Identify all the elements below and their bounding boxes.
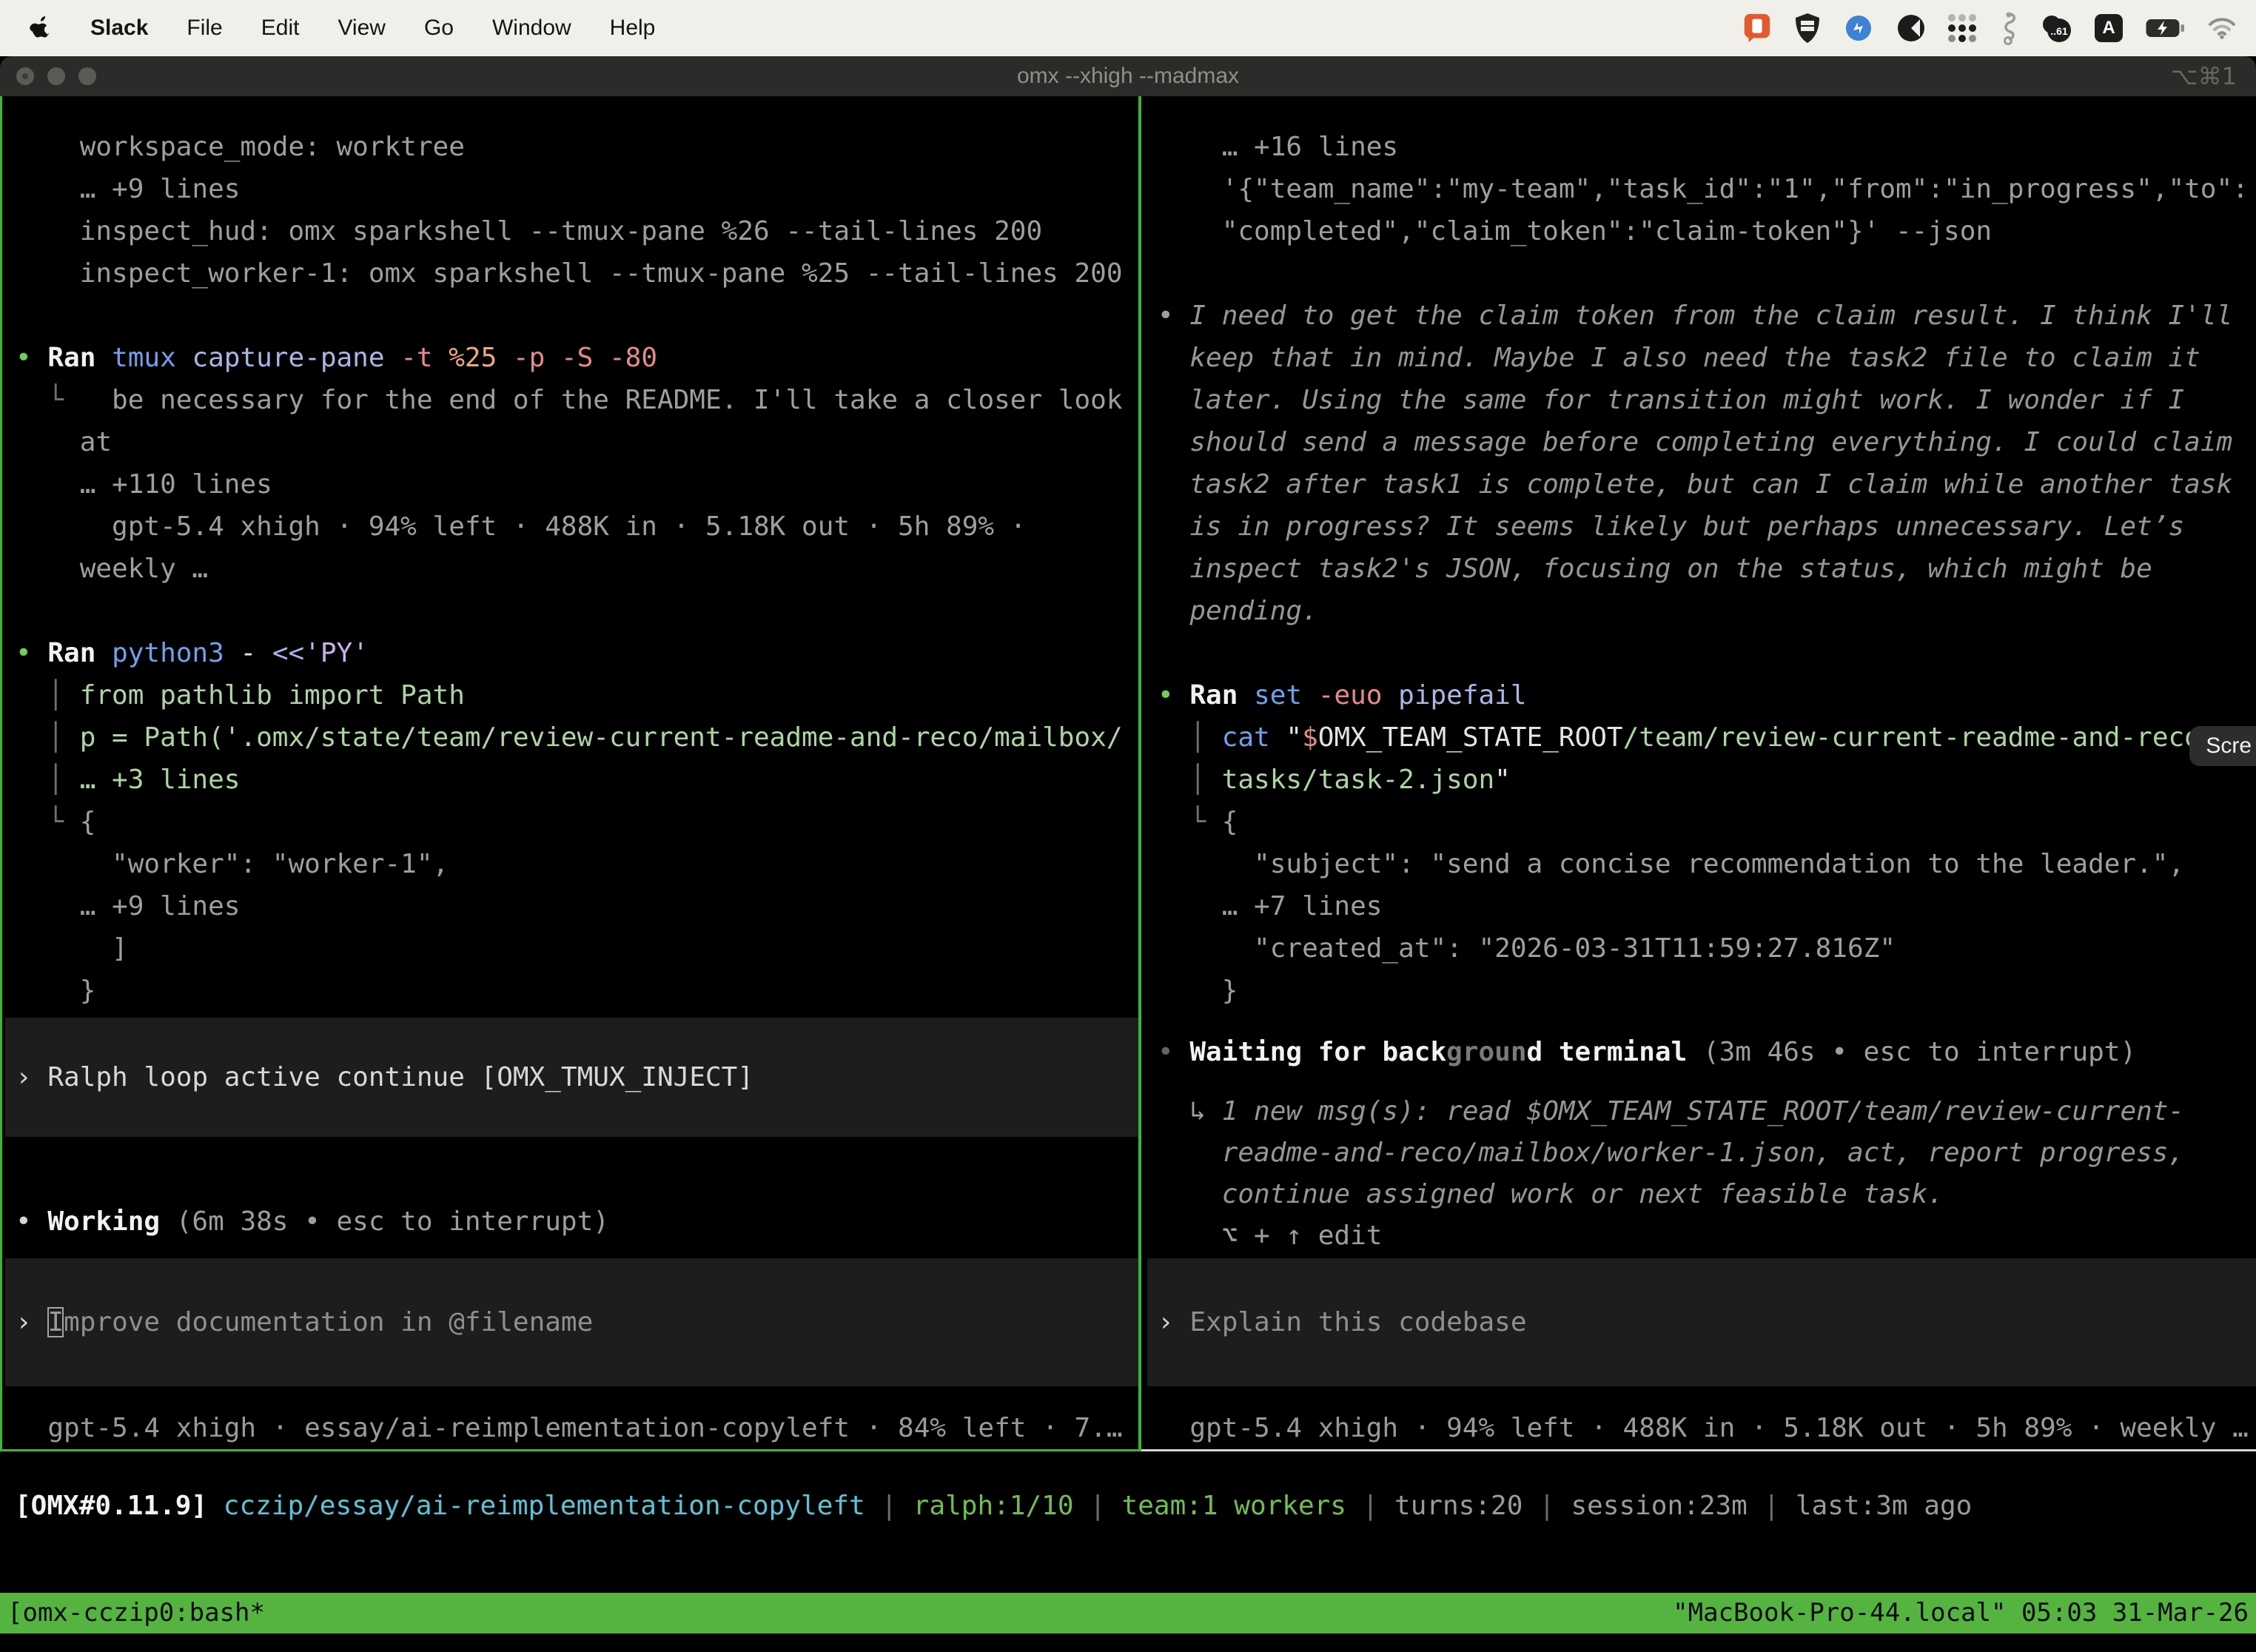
left-terminal-pane[interactable]: workspace_mode: worktree … +9 lines insp… [2, 96, 1138, 1449]
squiggle-icon[interactable] [1998, 11, 2018, 45]
inject-message-box[interactable]: › Ralph loop active continue [OMX_TMUX_I… [5, 1018, 1138, 1137]
working-status-line: • Working (6m 38s • esc to interrupt) [16, 1201, 1138, 1243]
menu-items: Slack File Edit View Go Window Help [90, 16, 655, 41]
menu-item-go[interactable]: Go [424, 16, 454, 41]
terminal-window: omx --xhigh --madmax ⌥⌘1 workspace_mode:… [0, 56, 2256, 1652]
battery-icon[interactable] [2145, 18, 2185, 38]
chat-app-icon[interactable] [1742, 13, 1772, 44]
tmux-session-label: [omx-cczip0:bash* [7, 1593, 265, 1633]
counter-badge-icon[interactable]: ..61 [2040, 13, 2072, 44]
waiting-status-line: • Waiting for background terminal (3m 46… [1158, 1031, 2256, 1073]
menu-item-slack[interactable]: Slack [90, 16, 148, 41]
shield-grid-icon[interactable] [1794, 12, 1821, 44]
screen-tooltip: Scre [2189, 726, 2256, 766]
window-shortcut-badge: ⌥⌘1 [2171, 62, 2237, 90]
menu-item-edit[interactable]: Edit [261, 16, 300, 41]
svg-text:..61: ..61 [2050, 25, 2068, 37]
new-message-notice: ↳ 1 new msg(s): read $OMX_TEAM_STATE_ROO… [1158, 1091, 2256, 1257]
macos-menu-bar: Slack File Edit View Go Window Help [0, 0, 2256, 56]
tmux-status-bar: [omx-cczip0:bash* "MacBook-Pro-44.local"… [0, 1593, 2256, 1633]
left-prompt-input[interactable]: › Improve documentation in @filename [5, 1258, 1138, 1386]
right-scrollback: … +16 lines '{"team_name":"my-team","tas… [1158, 126, 2256, 1012]
menu-status-icons: ..61 A [1742, 11, 2256, 45]
tmux-panes: workspace_mode: worktree … +9 lines insp… [0, 96, 2256, 1449]
right-pane-status-line: gpt-5.4 xhigh · 94% left · 488K in · 5.1… [1158, 1407, 2256, 1449]
window-titlebar: omx --xhigh --madmax ⌥⌘1 [0, 56, 2256, 96]
left-scrollback: workspace_mode: worktree … +9 lines insp… [16, 126, 1138, 1012]
menu-item-window[interactable]: Window [492, 16, 571, 41]
dots-grid-icon[interactable] [1948, 14, 1976, 42]
wifi-icon[interactable] [2207, 17, 2237, 39]
left-pane-status-line: gpt-5.4 xhigh · essay/ai-reimplementatio… [16, 1407, 1138, 1449]
omx-hud-status-line: [OMX#0.11.9] cczip/essay/ai-reimplementa… [15, 1485, 1972, 1527]
right-terminal-pane[interactable]: … +16 lines '{"team_name":"my-team","tas… [1141, 96, 2256, 1449]
blue-badge-icon[interactable] [1843, 13, 1874, 44]
menu-item-view[interactable]: View [338, 16, 385, 41]
window-title: omx --xhigh --madmax [0, 64, 2256, 89]
apple-logo-icon[interactable] [30, 16, 52, 41]
tmux-host-clock-label: "MacBook-Pro-44.local" 05:03 31-Mar-26 [1673, 1593, 2249, 1633]
letter-a-app-icon[interactable]: A [2095, 14, 2123, 42]
dark-circle-icon[interactable] [1896, 13, 1926, 43]
menu-item-file[interactable]: File [187, 16, 222, 41]
right-pane-bottom-border [1141, 1449, 2256, 1451]
menu-item-help[interactable]: Help [610, 16, 656, 41]
left-pane-bottom-border [0, 1449, 1141, 1451]
right-prompt-input[interactable]: › Explain this codebase [1147, 1258, 2256, 1386]
